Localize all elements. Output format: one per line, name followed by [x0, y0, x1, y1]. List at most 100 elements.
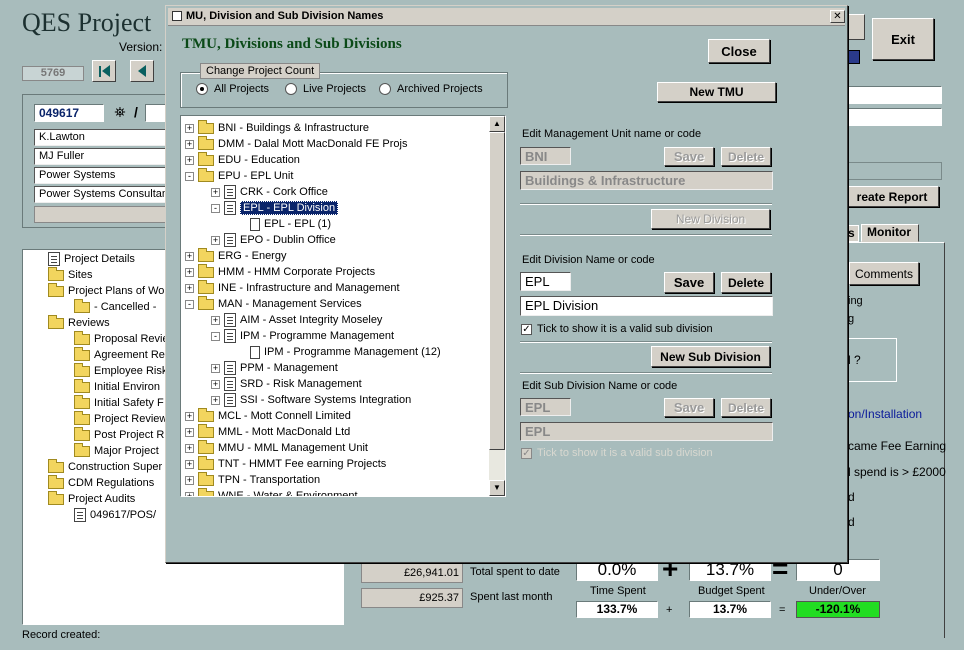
new-division-button[interactable]: New Division — [651, 209, 770, 229]
close-button[interactable]: Close — [708, 39, 770, 63]
expand-icon[interactable]: + — [211, 395, 220, 405]
tree-node[interactable]: + MCL - Mott Connell Limited — [185, 407, 351, 424]
tree-node[interactable]: - EPU - EPL Unit — [185, 167, 293, 184]
expand-icon[interactable]: + — [185, 427, 194, 437]
expand-icon[interactable]: + — [185, 139, 194, 149]
expand-icon[interactable]: + — [185, 475, 194, 485]
project-number-field[interactable]: 049617 — [34, 104, 104, 122]
collapse-icon[interactable]: - — [185, 299, 194, 309]
tree-node[interactable]: + PPM - Management — [211, 360, 338, 376]
tree-node[interactable]: + EDU - Education — [185, 151, 300, 168]
radio-archived-projects[interactable]: Archived Projects — [379, 83, 483, 95]
expand-icon[interactable]: + — [185, 123, 194, 133]
radio-live-projects[interactable]: Live Projects — [285, 83, 366, 95]
tree-node[interactable]: IPM - Programme Management (12) — [237, 344, 441, 360]
tree-node[interactable]: - IPM - Programme Management — [211, 328, 394, 344]
field-right-2[interactable] — [845, 108, 942, 126]
project-tree-item[interactable]: - Cancelled - — [74, 298, 156, 315]
division-tree[interactable]: + BNI - Buildings & Infrastructure + DMM - … — [180, 115, 506, 497]
expand-icon[interactable]: + — [185, 267, 194, 277]
tree-node[interactable]: + MML - Mott MacDonald Ltd — [185, 423, 350, 440]
mu-delete-button[interactable]: Delete — [721, 147, 771, 166]
tree-node[interactable]: + MMU - MML Management Unit — [185, 439, 368, 456]
scroll-thumb[interactable] — [489, 132, 505, 450]
new-tmu-button[interactable]: New TMU — [657, 82, 776, 102]
person-field-2[interactable]: MJ Fuller — [34, 148, 170, 165]
collapse-icon[interactable]: - — [211, 203, 220, 213]
mu-name-field[interactable]: Buildings & Infrastructure — [520, 171, 773, 190]
collapse-icon[interactable]: - — [185, 171, 194, 181]
project-tree-item[interactable]: CDM Regulations — [48, 474, 154, 491]
division-code-field[interactable]: EPL — [520, 272, 571, 291]
person-field-1[interactable]: K.Lawton — [34, 129, 170, 146]
tree-node[interactable]: + CRK - Cork Office — [211, 184, 328, 200]
division-name-field[interactable]: EPL Division — [520, 296, 773, 316]
expand-icon[interactable]: + — [185, 443, 194, 453]
project-tree-item[interactable]: Employee Risk — [74, 362, 167, 379]
tree-node[interactable]: EPL - EPL (1) — [237, 216, 331, 232]
scroll-up-button[interactable]: ▲ — [489, 116, 505, 132]
expand-icon[interactable]: + — [185, 459, 194, 469]
tree-node[interactable]: + TNT - HMMT Fee earning Projects — [185, 455, 386, 472]
mu-code-field[interactable]: BNI — [520, 147, 571, 165]
mu-save-button[interactable]: Save — [664, 147, 714, 166]
sub-division-save-button[interactable]: Save — [664, 398, 714, 417]
tree-scrollbar[interactable]: ▲ ▼ — [489, 116, 505, 496]
consultancy-field[interactable]: Power Systems Consultancy — [34, 186, 170, 203]
comments-button[interactable]: Comments — [849, 262, 919, 285]
tree-node[interactable]: + SRD - Risk Management — [211, 376, 362, 392]
tree-node[interactable]: - MAN - Management Services — [185, 295, 362, 312]
empty-field[interactable] — [34, 206, 170, 223]
tree-node[interactable]: + SSI - Software Systems Integration — [211, 392, 411, 408]
radio-all-projects[interactable]: All Projects — [196, 83, 269, 95]
project-tree-item[interactable]: Project Details — [48, 251, 135, 267]
expand-icon[interactable]: + — [185, 411, 194, 421]
binoculars-search-icon[interactable]: ⛯ — [110, 104, 130, 122]
division-valid-checkbox[interactable]: ✓ Tick to show it is a valid sub divisio… — [521, 323, 713, 335]
project-tree-item[interactable]: Sites — [48, 266, 92, 283]
tree-node[interactable]: + WNE - Water & Environment — [185, 487, 358, 496]
division-delete-button[interactable]: Delete — [721, 272, 771, 293]
expand-icon[interactable]: + — [185, 155, 194, 165]
division-save-button[interactable]: Save — [664, 272, 714, 293]
project-tree-item[interactable]: Reviews — [48, 314, 110, 331]
prev-record-button[interactable] — [130, 60, 154, 82]
expand-icon[interactable]: + — [211, 315, 220, 325]
project-tree-item[interactable]: Project Audits — [48, 490, 135, 507]
tree-node[interactable]: + EPO - Dublin Office — [211, 232, 336, 248]
dialog-title-bar[interactable]: MU, Division and Sub Division Names ✕ — [168, 8, 845, 26]
exit-button[interactable]: Exit — [872, 18, 934, 60]
expand-icon[interactable]: + — [211, 187, 220, 197]
sub-division-code-field[interactable]: EPL — [520, 398, 571, 416]
sub-division-delete-button[interactable]: Delete — [721, 398, 771, 417]
project-tree-item[interactable]: Project Plans of Wo — [48, 282, 164, 299]
expand-icon[interactable]: + — [211, 379, 220, 389]
project-tree-item[interactable]: Initial Safety F — [74, 394, 164, 411]
tree-node[interactable]: - EPL - EPL Division — [211, 200, 339, 216]
record-number-field[interactable]: 5769 — [22, 66, 84, 81]
field-right-1[interactable] — [845, 86, 942, 104]
project-tree-item[interactable]: Proposal Revie — [74, 330, 169, 347]
expand-icon[interactable]: + — [211, 235, 220, 245]
first-record-button[interactable] — [92, 60, 116, 82]
save-icon[interactable] — [846, 50, 860, 64]
tab-monitor[interactable]: Monitor — [861, 224, 919, 242]
field-right-3[interactable] — [845, 162, 942, 180]
expand-icon[interactable]: + — [211, 363, 220, 373]
expand-icon[interactable]: + — [185, 491, 194, 496]
create-report-button[interactable]: reate Report — [845, 186, 939, 207]
tree-node[interactable]: + AIM - Asset Integrity Moseley — [211, 312, 382, 328]
tree-node[interactable]: + TPN - Transportation — [185, 471, 320, 488]
sub-division-valid-checkbox[interactable]: ✓ Tick to show it is a valid sub divisio… — [521, 447, 713, 459]
department-field[interactable]: Power Systems — [34, 167, 170, 184]
expand-icon[interactable]: + — [185, 283, 194, 293]
scroll-down-button[interactable]: ▼ — [489, 480, 505, 496]
project-tree-item[interactable]: Major Project — [74, 442, 159, 459]
top-right-button[interactable] — [845, 14, 865, 40]
project-tree-item[interactable]: Initial Environ — [74, 378, 160, 395]
tree-node[interactable]: + INE - Infrastructure and Management — [185, 279, 400, 296]
project-tree-item[interactable]: Project Review — [74, 410, 167, 427]
sub-division-name-field[interactable]: EPL — [520, 422, 773, 441]
project-tree-item[interactable]: 049617/POS/ — [74, 507, 156, 523]
project-tree-item[interactable]: Construction Super — [48, 458, 162, 475]
